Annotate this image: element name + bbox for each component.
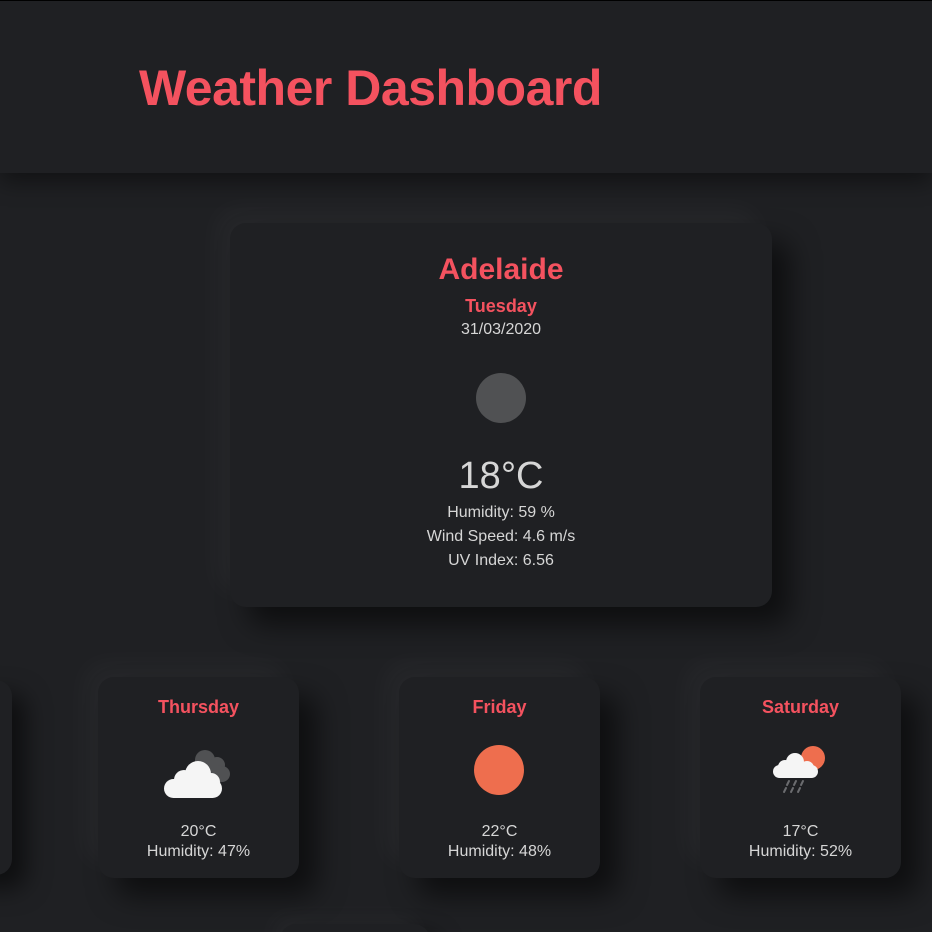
next-card-partial: [280, 924, 430, 932]
forecast-humidity: Humidity: 48%: [447, 843, 552, 860]
current-day: Tuesday: [465, 296, 537, 316]
current-weather-card: Adelaide Tuesday 31/03/2020 18°C Humidit…: [230, 223, 772, 607]
current-date: 31/03/2020: [460, 321, 542, 338]
forecast-day: Saturday: [761, 697, 840, 717]
current-temperature: 18°C: [458, 455, 544, 497]
rain-sun-icon: [760, 743, 840, 799]
circle-icon: [476, 373, 526, 423]
forecast-humidity: Humidity: 52%: [748, 843, 853, 860]
cloudy-icon: [158, 743, 238, 799]
forecast-humidity: Humidity: 47%: [146, 843, 251, 860]
forecast-card-saturday: Saturday 17°C Humidity: 52%: [700, 677, 901, 878]
offscreen-card: [0, 680, 12, 875]
forecast-card-thursday: Thursday 20°C Humidity: 47%: [98, 677, 299, 878]
forecast-temperature: 17°C: [782, 823, 819, 840]
page-title: Weather Dashboard: [139, 60, 602, 116]
sun-icon: [459, 743, 539, 799]
forecast-temperature: 22°C: [481, 823, 518, 840]
forecast-day: Thursday: [157, 697, 240, 717]
forecast-day: Friday: [472, 697, 527, 717]
header: Weather Dashboard: [0, 0, 932, 173]
page: Weather Dashboard Adelaide Tuesday 31/03…: [0, 0, 932, 932]
current-humidity: Humidity: 59 %: [447, 504, 555, 521]
current-wind-speed: Wind Speed: 4.6 m/s: [426, 528, 576, 545]
current-uv-index: UV Index: 6.56: [448, 552, 554, 569]
forecast-temperature: 20°C: [180, 823, 217, 840]
city-name: Adelaide: [438, 253, 564, 286]
forecast-card-friday: Friday 22°C Humidity: 48%: [399, 677, 600, 878]
